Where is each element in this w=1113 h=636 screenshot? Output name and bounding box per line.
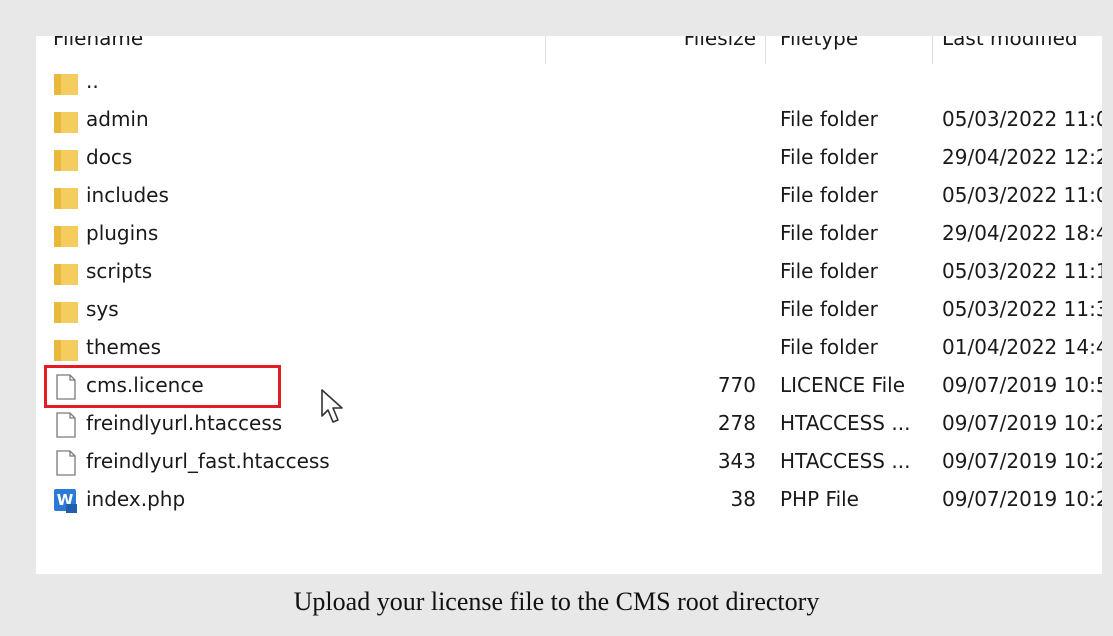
file-type: File folder bbox=[780, 297, 878, 321]
file-type: File folder bbox=[780, 221, 878, 245]
file-row[interactable]: .. bbox=[36, 62, 1102, 100]
column-header-filetype[interactable]: Filetype bbox=[780, 36, 930, 56]
file-size bbox=[556, 290, 756, 328]
file-row[interactable]: themes File folder 01/04/2022 14:4 bbox=[36, 328, 1102, 366]
file-row[interactable]: includes File folder 05/03/2022 11:0 bbox=[36, 176, 1102, 214]
file-last-modified: 09/07/2019 10:5 bbox=[942, 373, 1102, 397]
file-last-modified: 05/03/2022 11:0 bbox=[942, 183, 1102, 207]
column-header-last-modified[interactable]: Last modified bbox=[942, 36, 1102, 56]
file-type: File folder bbox=[780, 259, 878, 283]
file-type: PHP File bbox=[780, 487, 859, 511]
file-name: admin bbox=[86, 107, 149, 131]
file-name: themes bbox=[86, 335, 162, 359]
column-header-filename[interactable]: Filename bbox=[53, 36, 561, 56]
file-last-modified: 09/07/2019 10:2 bbox=[942, 411, 1102, 435]
file-last-modified bbox=[942, 62, 1102, 100]
mouse-cursor-icon bbox=[321, 389, 343, 423]
file-size bbox=[556, 138, 756, 176]
file-size bbox=[556, 100, 756, 138]
highlight-box bbox=[44, 365, 281, 408]
file-size: 278 bbox=[717, 411, 756, 435]
file-last-modified: 09/07/2019 10:2 bbox=[942, 449, 1102, 473]
file-row[interactable]: freindlyurl_fast.htaccess 343 HTACCESS ...… bbox=[36, 442, 1102, 480]
file-type: File folder bbox=[780, 183, 878, 207]
file-name: index.php bbox=[86, 487, 186, 511]
file-row[interactable]: freindlyurl.htaccess 278 HTACCESS ... 09/07… bbox=[36, 404, 1102, 442]
file-row[interactable]: sys File folder 05/03/2022 11:3 bbox=[36, 290, 1102, 328]
file-type: HTACCESS ... bbox=[780, 411, 911, 435]
file-name: .. bbox=[86, 69, 99, 93]
file-type bbox=[780, 62, 930, 100]
file-size: 38 bbox=[730, 487, 756, 511]
file-name: plugins bbox=[86, 221, 159, 245]
file-row[interactable]: docs File folder 29/04/2022 12:2 bbox=[36, 138, 1102, 176]
file-row[interactable]: scripts File folder 05/03/2022 11:1 bbox=[36, 252, 1102, 290]
file-size bbox=[556, 62, 756, 100]
file-type: LICENCE File bbox=[780, 373, 906, 397]
file-last-modified: 29/04/2022 18:4 bbox=[942, 221, 1102, 245]
file-size: 770 bbox=[717, 373, 756, 397]
file-list-panel: Filename Filesize Filetype Last modified… bbox=[36, 36, 1102, 574]
file-last-modified: 29/04/2022 12:2 bbox=[942, 145, 1102, 169]
column-separator[interactable] bbox=[932, 36, 933, 64]
file-last-modified: 05/03/2022 11:3 bbox=[942, 297, 1102, 321]
file-size bbox=[556, 176, 756, 214]
caption: Upload your license file to the CMS root… bbox=[293, 587, 820, 616]
file-row[interactable]: plugins File folder 29/04/2022 18:4 bbox=[36, 214, 1102, 252]
column-separator[interactable] bbox=[545, 36, 546, 64]
file-size bbox=[556, 328, 756, 366]
file-name: includes bbox=[86, 183, 169, 207]
file-name: sys bbox=[86, 297, 119, 321]
column-header-filesize[interactable]: Filesize bbox=[556, 36, 756, 56]
file-row[interactable]: admin File folder 05/03/2022 11:0 bbox=[36, 100, 1102, 138]
column-separator[interactable] bbox=[765, 36, 766, 64]
file-type: File folder bbox=[780, 335, 878, 359]
file-last-modified: 05/03/2022 11:0 bbox=[942, 107, 1102, 131]
file-last-modified: 05/03/2022 11:1 bbox=[942, 259, 1102, 283]
file-last-modified: 01/04/2022 14:4 bbox=[942, 335, 1102, 359]
file-name: freindlyurl_fast.htaccess bbox=[86, 449, 330, 473]
file-size bbox=[556, 214, 756, 252]
file-name: scripts bbox=[86, 259, 153, 283]
file-type: File folder bbox=[780, 107, 878, 131]
file-type: File folder bbox=[780, 145, 878, 169]
file-name: docs bbox=[86, 145, 133, 169]
file-type: HTACCESS ... bbox=[780, 449, 911, 473]
file-size: 343 bbox=[717, 449, 756, 473]
file-last-modified: 09/07/2019 10:2 bbox=[942, 487, 1102, 511]
file-size bbox=[556, 252, 756, 290]
file-row[interactable]: Windex.php 38 PHP File 09/07/2019 10:2 bbox=[36, 480, 1102, 518]
